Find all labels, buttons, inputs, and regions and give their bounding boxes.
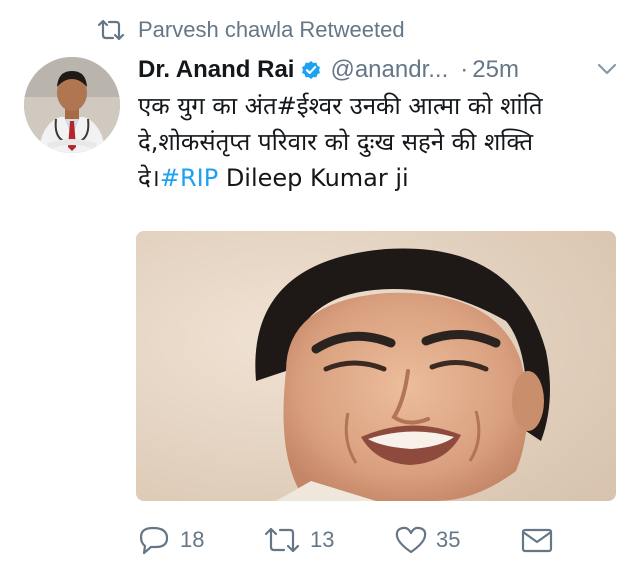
like-button[interactable]: 35 [394,522,460,558]
tweet-photo[interactable] [136,231,616,501]
chevron-down-icon[interactable] [594,56,620,82]
reply-count: 18 [180,527,205,552]
heart-icon [395,526,427,554]
tweet-actions: 18 13 35 [136,522,616,558]
tweet-text-prefix: दे। [138,164,160,192]
avatar[interactable] [24,57,120,153]
retweet-button[interactable]: 13 [262,522,334,558]
tweet-text-suffix: Dileep Kumar ji [218,164,409,192]
tweet[interactable]: Parvesh chawla Retweeted Dr. Anand Rai @… [0,0,639,579]
like-count: 35 [436,527,461,552]
retweet-count: 13 [310,527,335,552]
tweet-text: एक युग का अंत#ईश्वर उनकी आत्मा को शांति … [138,88,628,196]
display-name[interactable]: Dr. Anand Rai [138,56,294,84]
separator-dot: · [460,56,469,83]
tweet-text-line-3: दे।#RIP Dileep Kumar ji [138,160,628,196]
direct-message-button[interactable] [520,522,554,558]
reply-icon [139,526,169,555]
envelope-icon [521,528,553,553]
verified-badge-icon [302,61,321,79]
avatar-image [24,57,120,153]
timestamp[interactable]: 25m [472,56,519,84]
retweet-header: Parvesh chawla Retweeted [96,14,405,46]
retweet-icon [97,19,125,41]
hashtag-link[interactable]: #RIP [160,164,218,192]
retweet-label[interactable]: Parvesh chawla Retweeted [138,17,405,43]
photo-image [136,231,616,501]
handle[interactable]: @anandr... [330,56,448,84]
tweet-text-line-2: दे,शोकसंतृप्त परिवार को दुःख सहने की शक्… [138,128,534,156]
author-row: Dr. Anand Rai @anandr... · 25m [138,52,628,88]
retweet-action-icon [264,527,300,553]
reply-button[interactable]: 18 [138,522,204,558]
tweet-text-line-1: एक युग का अंत#ईश्वर उनकी आत्मा को शांति [138,92,543,120]
